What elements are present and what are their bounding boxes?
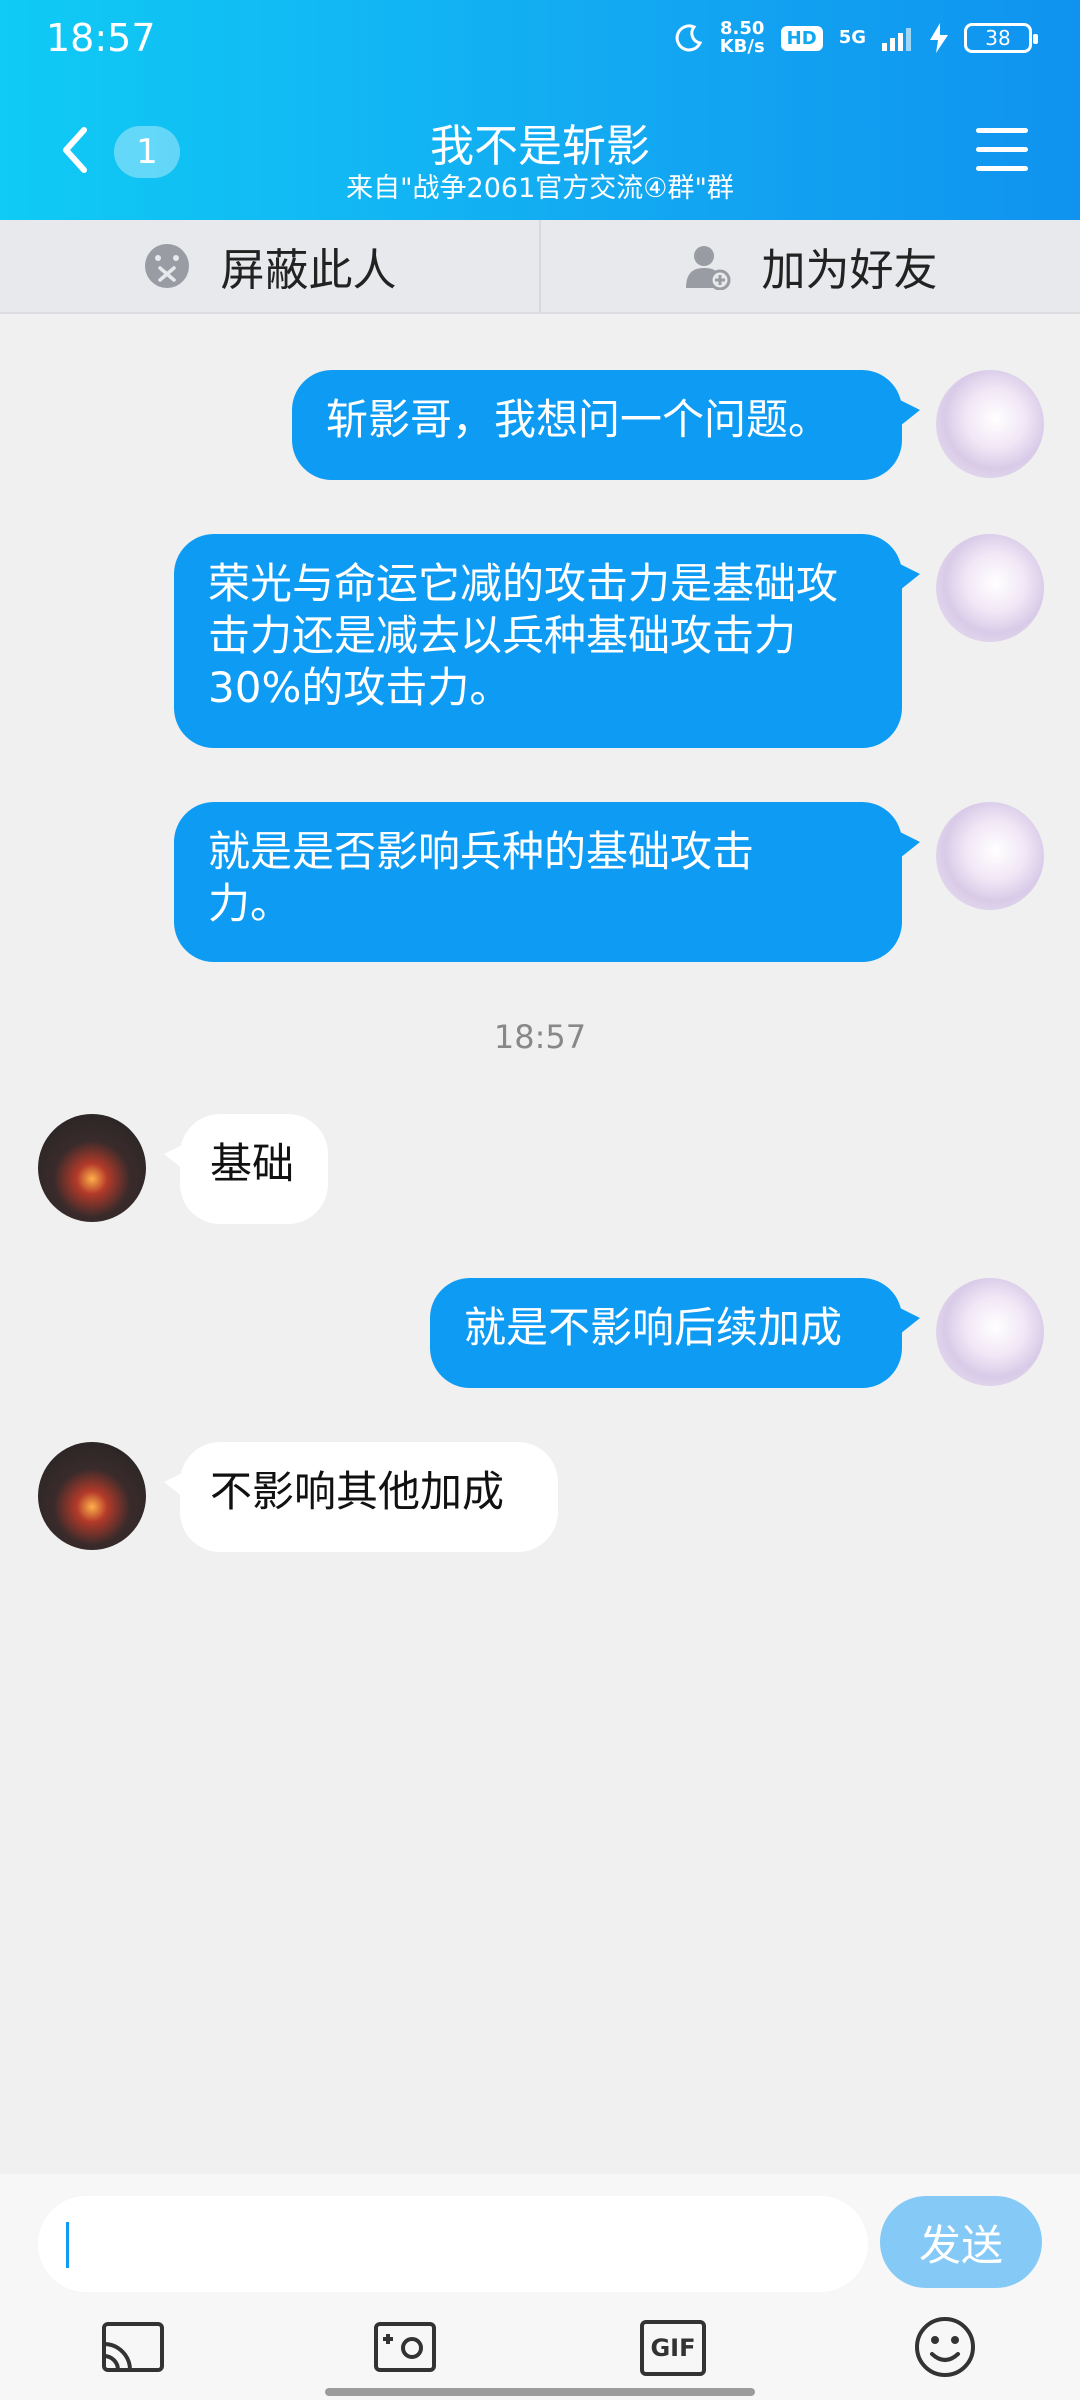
home-indicator[interactable] bbox=[325, 2388, 755, 2396]
screen-cast-icon[interactable] bbox=[100, 2316, 166, 2378]
stranger-action-bar: 屏蔽此人 加为好友 bbox=[0, 220, 1080, 314]
moon-icon bbox=[675, 24, 702, 52]
contact-avatar[interactable] bbox=[38, 1442, 146, 1550]
battery-indicator: 38 bbox=[964, 23, 1038, 53]
signal-icon bbox=[882, 28, 911, 51]
network-speed: 8.50 KB/s bbox=[720, 20, 765, 56]
block-icon bbox=[144, 244, 189, 288]
bubble-tail bbox=[900, 832, 920, 858]
add-friend-button[interactable]: 加为好友 bbox=[541, 220, 1080, 312]
my-avatar[interactable] bbox=[936, 370, 1044, 478]
text-cursor bbox=[66, 2222, 69, 2268]
my-avatar[interactable] bbox=[936, 1278, 1044, 1386]
message-bubble-incoming[interactable]: 不影响其他加成 bbox=[180, 1442, 558, 1552]
send-button[interactable]: 发送 bbox=[880, 2196, 1042, 2288]
gif-button[interactable]: GIF bbox=[640, 2320, 706, 2376]
input-toolbar: GIF bbox=[0, 2304, 1080, 2384]
charging-icon bbox=[930, 23, 948, 53]
chat-title: 我不是斩影 bbox=[430, 121, 650, 172]
bubble-tail bbox=[900, 400, 920, 426]
message-timestamp: 18:57 bbox=[493, 1018, 587, 1056]
contact-avatar[interactable] bbox=[38, 1114, 146, 1222]
message-bubble-outgoing[interactable]: 就是不影响后续加成 bbox=[430, 1278, 902, 1388]
status-bar: 18:57 8.50 KB/s HD 5G 38 bbox=[0, 0, 1080, 80]
block-user-label: 屏蔽此人 bbox=[220, 245, 397, 296]
my-avatar[interactable] bbox=[936, 534, 1044, 642]
add-friend-label: 加为好友 bbox=[761, 245, 938, 296]
message-input[interactable] bbox=[38, 2196, 868, 2292]
message-bubble-outgoing[interactable]: 荣光与命运它减的攻击力是基础攻击力还是减去以兵种基础攻击力30%的攻击力。 bbox=[174, 534, 902, 748]
chat-header: 18:57 8.50 KB/s HD 5G 38 1 我不是斩影 来自"战争20… bbox=[0, 0, 1080, 220]
message-bubble-incoming[interactable]: 基础 bbox=[180, 1114, 328, 1224]
status-icons: 8.50 KB/s HD 5G 38 bbox=[674, 20, 1038, 56]
menu-icon[interactable] bbox=[976, 128, 1028, 174]
message-bubble-outgoing[interactable]: 就是是否影响兵种的基础攻击力。 bbox=[174, 802, 902, 962]
block-user-button[interactable]: 屏蔽此人 bbox=[0, 220, 541, 312]
nav-bar: 1 我不是斩影 来自"战争2061官方交流④群"群 bbox=[0, 100, 1080, 210]
message-bubble-outgoing[interactable]: 斩影哥，我想问一个问题。 bbox=[292, 370, 902, 480]
input-area: 发送 GIF bbox=[0, 2174, 1080, 2400]
photo-icon[interactable] bbox=[372, 2316, 438, 2378]
my-avatar[interactable] bbox=[936, 802, 1044, 910]
gif-label: GIF bbox=[650, 2334, 696, 2362]
add-friend-icon bbox=[685, 246, 730, 290]
speed-unit: KB/s bbox=[719, 36, 765, 57]
emoji-icon[interactable] bbox=[912, 2316, 978, 2378]
status-time: 18:57 bbox=[46, 16, 156, 60]
bubble-tail bbox=[900, 1308, 920, 1334]
hd-badge: HD bbox=[780, 25, 823, 51]
network-type: 5G bbox=[838, 27, 866, 48]
bubble-tail bbox=[900, 564, 920, 590]
chat-subtitle: 来自"战争2061官方交流④群"群 bbox=[346, 173, 734, 204]
